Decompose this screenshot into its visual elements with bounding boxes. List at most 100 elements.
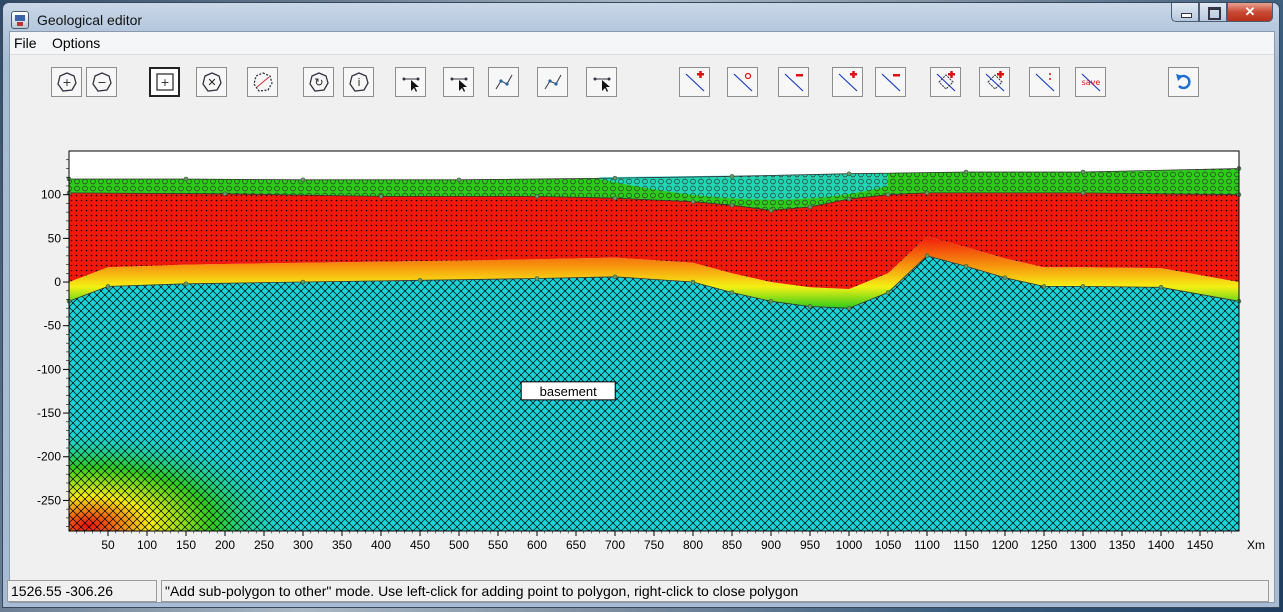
window-title: Geological editor — [37, 12, 143, 28]
undo-icon — [1175, 74, 1191, 90]
x-tick-label: 700 — [605, 538, 625, 552]
boundary-node — [729, 202, 735, 208]
x-tick-label: 850 — [722, 538, 742, 552]
y-tick-label: -250 — [37, 493, 61, 507]
svg-text:+: + — [62, 76, 71, 89]
x-tick-label: 1400 — [1148, 538, 1175, 552]
toolbar-button-add-point-circle[interactable]: + — [51, 67, 82, 97]
boundary-node — [846, 305, 852, 311]
window-controls: ✕ — [1171, 3, 1273, 23]
boundary-node — [729, 174, 735, 179]
x-tick-label: 450 — [410, 538, 430, 552]
status-bar: 1526.55 -306.26 "Add sub-polygon to othe… — [7, 580, 1273, 602]
x-tick-label: 1250 — [1031, 538, 1058, 552]
x-tick-label: 150 — [176, 538, 196, 552]
svg-text:−: − — [97, 76, 106, 89]
x-tick-label: 400 — [371, 538, 391, 552]
menu-options[interactable]: Options — [52, 35, 100, 51]
maximize-button[interactable] — [1199, 3, 1227, 22]
y-tick-label: 50 — [48, 231, 62, 245]
toolbar-button-info-polygon[interactable]: i — [343, 67, 374, 97]
minimize-button[interactable] — [1171, 3, 1199, 22]
x-tick-label: 250 — [254, 538, 274, 552]
boundary-node — [612, 175, 618, 181]
boundary-node — [846, 171, 852, 176]
boundary-node — [183, 176, 189, 182]
boundary-node — [183, 281, 189, 287]
toolbar-button-select-arrow[interactable] — [586, 67, 617, 97]
close-icon: ✕ — [1244, 4, 1256, 19]
y-tick-label: -150 — [37, 406, 61, 420]
boundary-node — [222, 191, 228, 197]
plot-area[interactable]: 100 50 0 -50 -100 -150 -200 -250 50 100 150 200 250 3… — [9, 143, 1275, 586]
boundary-node — [885, 192, 891, 197]
toolbar-button-polygon-dashed[interactable] — [247, 67, 278, 97]
toolbar-button-line-add-alt[interactable] — [832, 67, 863, 97]
toolbar-button-save-line[interactable]: save — [1075, 67, 1106, 97]
toolbar-button-split-polygon[interactable]: ✕ — [196, 67, 227, 97]
region-label: basement — [540, 384, 597, 399]
toolbar-button-line-remove-alt[interactable] — [875, 67, 906, 97]
add-node-arrow-icon — [402, 77, 419, 92]
toolbar-button-rotate-polygon[interactable]: ↻ — [303, 67, 334, 97]
x-tick-label: 50 — [101, 538, 115, 552]
boundary-node — [963, 169, 969, 175]
boundary-node — [807, 304, 813, 309]
x-unit-label: Xm — [1247, 538, 1265, 552]
toolbar-button-line-remove[interactable] — [778, 67, 809, 97]
y-tick-label: 100 — [41, 188, 61, 202]
boundary-node — [729, 290, 735, 295]
line-remove-icon — [784, 73, 803, 92]
geological-editor-window: Geological editor ✕ File Options + − + ✕ ↻ i s… — [2, 2, 1280, 608]
svg-text:↻: ↻ — [314, 76, 323, 89]
toolbar-button-line-add[interactable] — [679, 67, 710, 97]
toolbar-button-remove-point-circle[interactable]: − — [86, 67, 117, 97]
x-tick-label: 500 — [449, 538, 469, 552]
x-tick-label: 800 — [683, 538, 703, 552]
boundary-node — [807, 204, 813, 210]
line-remove-alt-icon — [881, 73, 900, 92]
boundary-node — [924, 190, 930, 196]
menu-file[interactable]: File — [14, 35, 37, 51]
svg-text:✕: ✕ — [207, 76, 216, 89]
toolbar-button-polygon-add[interactable] — [930, 67, 961, 97]
select-arrow-icon — [593, 77, 610, 92]
basement-hatch — [69, 255, 1239, 532]
x-tick-label: 1350 — [1109, 538, 1136, 552]
boundary-node — [1002, 275, 1008, 280]
boundary-node — [885, 290, 891, 295]
toolbar-button-add-node-arrow[interactable] — [395, 67, 426, 97]
geological-section-plot[interactable]: 100500-50-100-150-200-25050 100 150 200 250 3… — [9, 143, 1275, 583]
toolbar-button-line-point[interactable] — [727, 67, 758, 97]
boundary-node — [417, 278, 423, 283]
x-tick-label: 750 — [644, 538, 664, 552]
menu-bar: File Options — [10, 32, 1274, 55]
x-tick-label: 1000 — [836, 538, 863, 552]
boundary-node — [456, 177, 462, 183]
x-tick-label: 1100 — [914, 538, 940, 552]
toolbar-button-polygon-add-alt[interactable] — [979, 67, 1010, 97]
status-message: "Add sub-polygon to other" mode. Use lef… — [161, 580, 1269, 602]
toolbar-button-move-node[interactable] — [488, 67, 519, 97]
boundary-node — [1080, 190, 1086, 196]
x-tick-label: 1300 — [1070, 538, 1097, 552]
toolbar-button-remove-node-arrow[interactable] — [443, 67, 474, 97]
y-tick-label: -100 — [37, 362, 61, 376]
add-sub-polygon-icon: + — [155, 73, 174, 91]
toolbar-button-undo[interactable] — [1168, 67, 1199, 97]
info-polygon-icon: i — [348, 72, 369, 92]
boundary-node — [924, 253, 930, 259]
boundary-node — [1080, 169, 1086, 175]
app-icon — [11, 11, 29, 29]
boundary-node — [768, 299, 774, 304]
close-button[interactable]: ✕ — [1227, 3, 1273, 22]
status-coordinates: 1526.55 -306.26 — [7, 580, 157, 602]
x-tick-label: 1450 — [1187, 538, 1214, 552]
toolbar-button-line-split[interactable] — [1029, 67, 1060, 97]
toolbar-button-add-sub-polygon[interactable]: + — [149, 67, 180, 97]
boundary-node — [300, 279, 306, 285]
toolbar-button-move-node-alt[interactable] — [537, 67, 568, 97]
boundary-node — [612, 274, 618, 280]
rotate-polygon-icon: ↻ — [308, 72, 329, 92]
boundary-node — [846, 196, 852, 202]
